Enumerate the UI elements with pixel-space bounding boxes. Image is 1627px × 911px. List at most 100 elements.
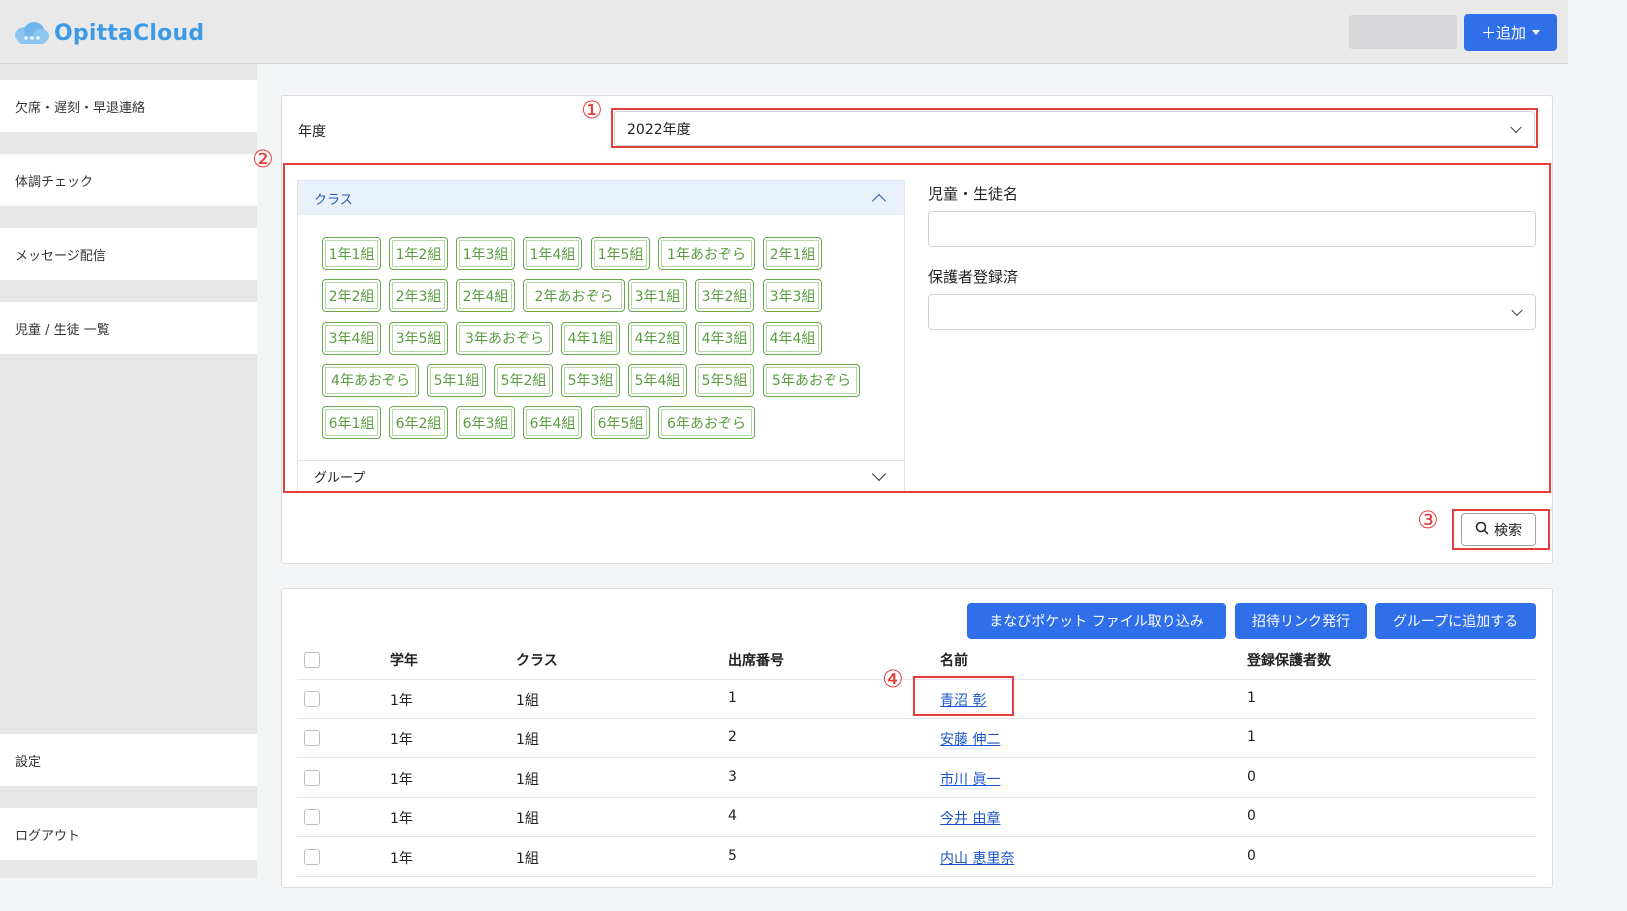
table-row-divider	[297, 875, 1536, 877]
class-chip[interactable]: 5年2組	[494, 363, 553, 397]
student-name-link[interactable]: 今井 由章	[940, 808, 1000, 828]
user-menu-placeholder[interactable]	[1349, 15, 1457, 49]
class-chip[interactable]: 2年3組	[389, 279, 448, 313]
sidebar-item-absence[interactable]: 欠席・遅刻・早退連絡	[0, 80, 257, 132]
table-divider	[297, 679, 1536, 680]
class-chip[interactable]: 5年3組	[561, 363, 620, 397]
cell-grade: 1年	[390, 850, 413, 867]
annotation-marker-3: ③	[1417, 506, 1439, 534]
app-name: OpittaCloud	[54, 20, 205, 46]
class-chip[interactable]: 3年5組	[389, 321, 448, 355]
row-checkbox[interactable]	[304, 809, 320, 826]
cell-grade: 1年	[390, 811, 413, 828]
sidebar-item-messages[interactable]: メッセージ配信	[0, 228, 257, 280]
class-chip[interactable]: 1年あおぞら	[658, 237, 755, 270]
class-chip[interactable]: 1年2組	[389, 237, 448, 270]
class-chip[interactable]: 4年4組	[763, 321, 822, 355]
class-chip[interactable]: 5年5組	[695, 363, 754, 397]
row-checkbox[interactable]	[304, 730, 320, 747]
class-chip[interactable]: 4年あおぞら	[322, 363, 419, 397]
cell-number: 4	[728, 808, 737, 825]
class-chip[interactable]: 6年4組	[523, 406, 582, 440]
class-chip[interactable]: 2年1組	[763, 237, 822, 270]
invite-link-button[interactable]: 招待リンク発行	[1235, 603, 1367, 639]
chevron-up-icon	[871, 193, 887, 209]
row-checkbox[interactable]	[304, 769, 320, 786]
sidebar-item-students[interactable]: 児童 / 生徒 一覧	[0, 302, 257, 354]
guardian-registered-select[interactable]	[928, 294, 1536, 330]
class-chip[interactable]: 4年1組	[561, 321, 620, 355]
add-to-group-button[interactable]: グループに追加する	[1375, 603, 1536, 639]
class-chip[interactable]: 5年1組	[427, 363, 486, 397]
cell-class: 1組	[516, 771, 539, 788]
import-file-button[interactable]: まなびポケット ファイル取り込み	[967, 603, 1226, 639]
chevron-down-icon	[871, 466, 887, 482]
student-name-link[interactable]: 安藤 伸二	[940, 729, 1000, 749]
row-checkbox[interactable]	[304, 691, 320, 707]
class-chip[interactable]: 3年4組	[322, 321, 381, 355]
annotation-marker-1: ①	[581, 96, 603, 124]
class-chip[interactable]: 4年3組	[695, 321, 754, 355]
class-chip[interactable]: 5年あおぞら	[763, 363, 860, 397]
class-chip[interactable]: 3年1組	[628, 279, 687, 313]
class-chip[interactable]: 1年5組	[591, 237, 650, 270]
cell-number: 5	[728, 847, 737, 864]
sidebar-item-health-check[interactable]: 体調チェック	[0, 154, 257, 206]
sidebar-item-logout[interactable]: ログアウト	[0, 808, 257, 860]
guardian-registered-label: 保護者登録済	[928, 268, 1019, 286]
class-chip[interactable]: 1年3組	[456, 237, 515, 270]
class-chip[interactable]: 6年1組	[322, 406, 381, 440]
cell-guardians: 0	[1247, 808, 1256, 825]
search-icon	[1475, 521, 1489, 539]
search-button-label: 検索	[1494, 522, 1522, 539]
cell-grade: 1年	[390, 693, 413, 709]
cell-grade: 1年	[390, 771, 413, 788]
class-accordion-title: クラス	[314, 192, 353, 208]
group-accordion-header[interactable]: グループ	[298, 460, 904, 492]
cell-number: 2	[728, 729, 737, 746]
select-all-checkbox[interactable]	[304, 652, 320, 668]
table-row-divider	[297, 836, 1536, 838]
cell-guardians: 0	[1247, 847, 1256, 864]
student-name-input[interactable]	[928, 211, 1536, 247]
cell-class: 1組	[516, 693, 539, 709]
class-chip[interactable]: 3年あおぞら	[456, 321, 553, 355]
chevron-down-icon	[1511, 304, 1523, 317]
class-chip[interactable]: 5年4組	[628, 363, 687, 397]
class-chip[interactable]: 2年2組	[322, 279, 381, 313]
app-logo[interactable]: OpittaCloud	[12, 16, 204, 50]
sidebar-item-settings[interactable]: 設定	[0, 734, 257, 786]
student-name-link[interactable]: 市川 眞一	[940, 769, 1000, 789]
cell-number: 1	[728, 690, 737, 706]
group-accordion-title: グループ	[314, 471, 366, 486]
search-button[interactable]: 検索	[1461, 513, 1536, 546]
year-select-value: 2022年度	[627, 121, 691, 138]
student-name-link[interactable]: 青沼 彰	[940, 690, 986, 710]
cell-class: 1組	[516, 732, 539, 749]
class-chip[interactable]: 4年2組	[628, 321, 687, 355]
class-chip[interactable]: 6年3組	[456, 406, 515, 440]
class-chip[interactable]: 6年5組	[591, 406, 650, 440]
class-chip[interactable]: 6年あおぞら	[658, 406, 755, 440]
column-header-grade: 学年	[390, 653, 418, 669]
class-chip[interactable]: 1年1組	[322, 237, 381, 270]
student-name-label: 児童・生徒名	[928, 185, 1019, 203]
column-header-name: 名前	[940, 653, 968, 669]
class-chip[interactable]: 1年4組	[523, 237, 582, 270]
add-button[interactable]: ＋追加	[1464, 14, 1557, 51]
class-chip[interactable]: 3年2組	[695, 279, 754, 313]
sidebar: 欠席・遅刻・早退連絡 体調チェック メッセージ配信 児童 / 生徒 一覧 設定 …	[0, 64, 257, 878]
sidebar-item-label: 欠席・遅刻・早退連絡	[15, 100, 146, 116]
class-accordion-header[interactable]: クラス	[298, 181, 904, 215]
add-button-label: ＋追加	[1480, 24, 1526, 42]
cell-class: 1組	[516, 850, 539, 867]
row-checkbox[interactable]	[304, 848, 320, 865]
year-label: 年度	[298, 124, 326, 140]
table-row-divider	[297, 796, 1536, 798]
class-chip[interactable]: 3年3組	[763, 279, 822, 313]
student-name-link[interactable]: 内山 恵里奈	[940, 848, 1014, 868]
year-select[interactable]: 2022年度	[614, 111, 1535, 146]
class-chip[interactable]: 6年2組	[389, 406, 448, 440]
class-chip[interactable]: 2年4組	[456, 279, 515, 313]
class-chip[interactable]: 2年あおぞら	[523, 279, 625, 313]
